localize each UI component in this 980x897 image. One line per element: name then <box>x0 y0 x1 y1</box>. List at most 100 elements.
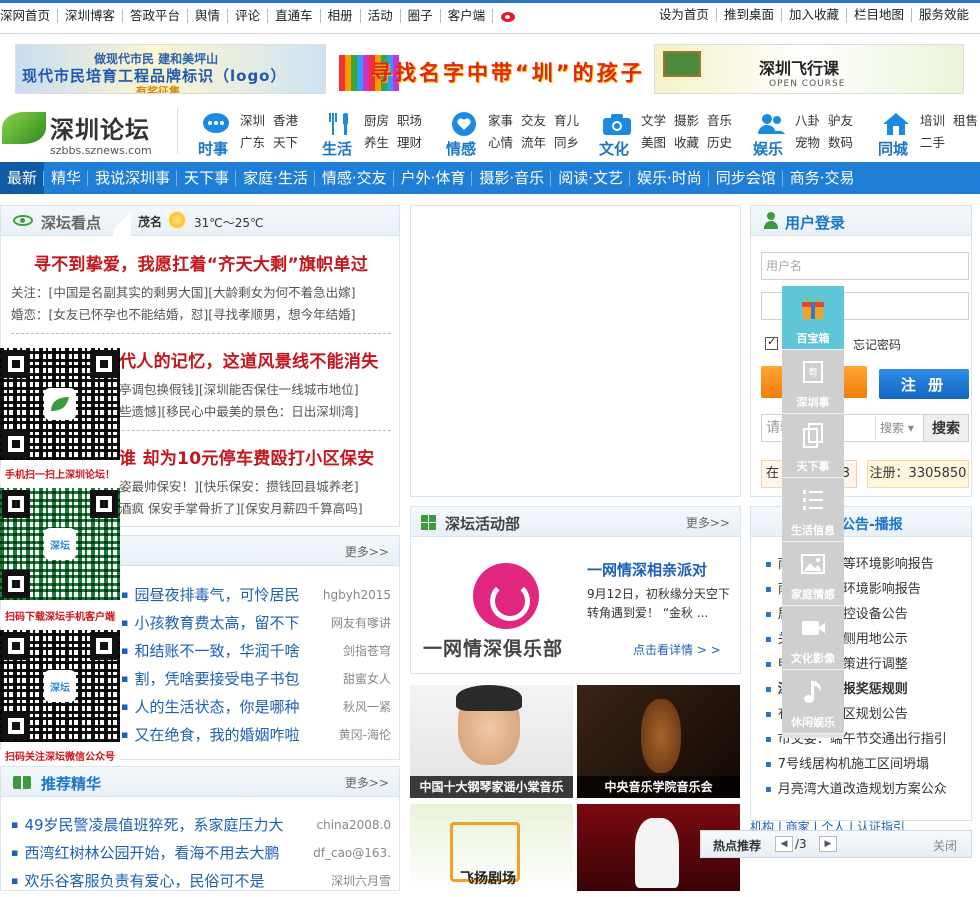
category-link[interactable]: 收藏 <box>674 135 699 150</box>
banner-open-course[interactable]: 深圳飞行课 OPEN COURSE <box>654 44 964 94</box>
story-line[interactable]: 婚恋：[女友已怀孕也不能结婚，怼][寻找孝顺男，想今年结婚] <box>11 304 391 326</box>
category-link[interactable]: 美图 <box>641 135 666 150</box>
nav-item[interactable]: 我说深圳事 <box>88 162 178 194</box>
toolbox-treasure[interactable]: 百宝箱 <box>782 286 844 350</box>
top-link[interactable]: 舆情 <box>188 8 229 23</box>
thread-author[interactable]: df_cao@163. <box>313 839 391 867</box>
top-link[interactable]: 评论 <box>228 8 269 23</box>
more-link[interactable]: 更多>> <box>686 514 730 531</box>
username-input[interactable]: 用户名 <box>761 252 969 280</box>
category-name[interactable]: 时事 <box>198 138 242 159</box>
banner-logo-contest[interactable]: 做现代市民 建和美坪山 现代市民培育工程品牌标识（logo） 有奖征集 <box>15 44 326 94</box>
category-link[interactable]: 流年 <box>521 135 546 150</box>
story-line[interactable]: 关注：[中国是名副其实的剩男大国][大龄剩女为何不着急出嫁] <box>11 282 391 304</box>
category-link[interactable]: 租售 <box>953 113 978 128</box>
category-link[interactable]: 音乐 <box>707 113 732 128</box>
category-link[interactable]: 数码 <box>828 135 853 150</box>
top-link[interactable]: 客户端 <box>441 8 494 23</box>
thread-author[interactable]: 秋风一紧 <box>343 693 391 721</box>
top-link[interactable]: 答政平台 <box>123 8 189 23</box>
category-link[interactable]: 香港 <box>273 113 298 128</box>
close-button[interactable]: 关闭 <box>933 837 957 854</box>
category-link[interactable]: 职场 <box>397 113 422 128</box>
toolbox-world[interactable]: 天下事 <box>782 414 844 478</box>
toolbox-family[interactable]: 家庭情感 <box>782 542 844 606</box>
register-button[interactable]: 注 册 <box>879 369 969 399</box>
category-name[interactable]: 娱乐 <box>753 138 797 159</box>
category-link[interactable]: 二手 <box>920 135 945 150</box>
nav-item[interactable]: 情感·交友 <box>315 162 394 194</box>
club-logo[interactable]: 一网情深俱乐部 <box>423 563 583 663</box>
category-name[interactable]: 生活 <box>322 138 366 159</box>
category-link[interactable]: 培训 <box>920 113 945 128</box>
service-link[interactable]: 服务效能 <box>910 8 976 22</box>
nav-item[interactable]: 同步会馆 <box>709 162 783 194</box>
nav-item-latest[interactable]: 最新 <box>0 162 45 194</box>
nav-item[interactable]: 娱乐·时尚 <box>630 162 709 194</box>
more-link[interactable]: 更多>> <box>345 543 389 560</box>
nav-item[interactable]: 家庭·生活 <box>236 162 315 194</box>
nav-item[interactable]: 精华 <box>44 162 89 194</box>
news-item[interactable]: 月亮湾大道改造规划方案公众 <box>765 778 970 797</box>
nav-item[interactable]: 摄影·音乐 <box>472 162 551 194</box>
thread-author[interactable]: 甜蜜女人 <box>343 665 391 693</box>
toolbox-leisure[interactable]: 休闲娱乐 <box>782 670 844 734</box>
category-link[interactable]: 文学 <box>641 113 666 128</box>
news-item[interactable]: 7号线居构机施工区间坍塌 <box>765 753 970 772</box>
category-link[interactable]: 厨房 <box>364 113 389 128</box>
qr-code-wechat[interactable]: 深坛 <box>0 630 120 742</box>
category-link[interactable]: 同乡 <box>554 135 579 150</box>
photo-theater[interactable]: 飞扬剧场 <box>410 804 573 891</box>
category-link[interactable]: 心情 <box>488 135 513 150</box>
nav-item[interactable]: 阅读·文艺 <box>551 162 630 194</box>
thread-title[interactable]: 49岁民警凌晨值班猝死，系家庭压力大 <box>11 811 311 841</box>
category-link[interactable]: 摄影 <box>674 113 699 128</box>
photo-concert[interactable]: 中央音乐学院音乐会 <box>577 685 740 798</box>
nav-item[interactable]: 商务·交易 <box>783 162 862 194</box>
category-link[interactable]: 广东 <box>240 135 265 150</box>
category-link[interactable]: 驴友 <box>828 113 853 128</box>
set-homepage-link[interactable]: 设为首页 <box>652 8 716 22</box>
category-link[interactable]: 深圳 <box>240 113 265 128</box>
category-link[interactable]: 宠物 <box>795 135 820 150</box>
desktop-link[interactable]: 推到桌面 <box>715 8 781 22</box>
site-logo[interactable]: 深圳论坛 szbbs.sznews.com <box>2 108 162 158</box>
top-link[interactable]: 圈子 <box>401 8 441 23</box>
thread-author[interactable]: 网友有嗲讲 <box>331 609 391 637</box>
qr-code-site[interactable] <box>0 348 120 460</box>
top-link[interactable]: 深网首页 <box>0 8 59 23</box>
category-link[interactable]: 养生 <box>364 135 389 150</box>
toolbox-life-info[interactable]: 生活信息 <box>782 478 844 542</box>
category-link[interactable]: 理财 <box>397 135 422 150</box>
top-link[interactable]: 直通车 <box>268 8 321 23</box>
category-link[interactable]: 育儿 <box>554 113 579 128</box>
toolbox-culture[interactable]: 文化影像 <box>782 606 844 670</box>
nav-item[interactable]: 户外·体育 <box>394 162 473 194</box>
more-link[interactable]: 更多>> <box>345 774 389 791</box>
banner-find-children[interactable]: 寻找名字中带“圳”的孩子 <box>336 44 646 94</box>
category-link[interactable]: 交友 <box>521 113 546 128</box>
prev-arrow-icon[interactable]: ◀ <box>775 836 793 852</box>
qr-code-app[interactable]: 深坛 <box>0 488 120 600</box>
remember-checkbox[interactable] <box>765 335 778 350</box>
toolbox-shenzhen[interactable]: 粤 深圳事 <box>782 350 844 414</box>
top-link[interactable]: 深圳博客 <box>58 8 124 23</box>
weibo-icon[interactable] <box>500 8 522 23</box>
nav-item[interactable]: 天下事 <box>177 162 237 194</box>
photo-pianist[interactable]: 中国十大钢琴家谣小棠音乐 <box>410 685 573 798</box>
category-link[interactable]: 历史 <box>707 135 732 150</box>
thread-title[interactable]: 西湾红树林公园开始，看海不用去大鹏 <box>11 839 311 869</box>
thread-author[interactable]: hgbyh2015 <box>323 581 391 609</box>
thread-author[interactable]: 剑指苍穹 <box>343 637 391 665</box>
top-link[interactable]: 活动 <box>361 8 401 23</box>
activity-detail-link[interactable]: 点击看详情 > > <box>633 641 721 658</box>
category-link[interactable]: 家事 <box>488 113 513 128</box>
thread-author[interactable]: china2008.0 <box>317 811 391 839</box>
search-type-select[interactable]: 搜索 ▾ <box>875 416 921 440</box>
search-button[interactable]: 搜索 <box>923 414 969 442</box>
story-headline[interactable]: 寻不到挚爱，我愿扛着“齐天大剩”旗帜单过 <box>11 250 391 275</box>
next-arrow-icon[interactable]: ▶ <box>819 836 837 852</box>
category-name[interactable]: 文化 <box>599 138 643 159</box>
category-link[interactable]: 八卦 <box>795 113 820 128</box>
top-link[interactable]: 相册 <box>321 8 361 23</box>
